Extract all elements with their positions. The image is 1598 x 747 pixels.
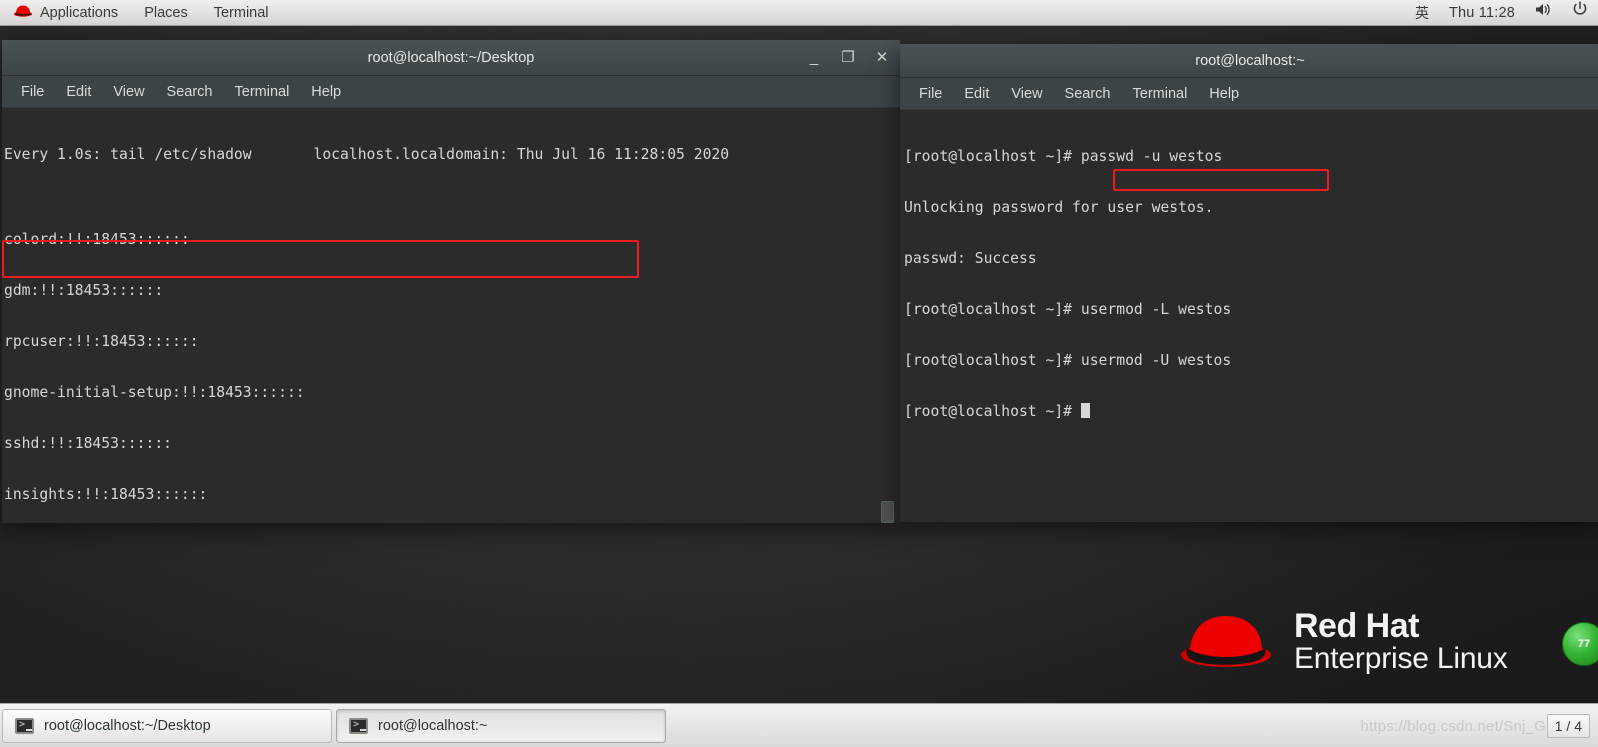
brand-line-2: Enterprise Linux — [1294, 641, 1508, 675]
titlebar-right[interactable]: root@localhost:~ — [900, 44, 1598, 78]
terminal-line: colord:!!:18453:::::: — [4, 231, 190, 248]
redhat-hat-icon — [13, 0, 33, 26]
terminal-line: gdm:!!:18453:::::: — [4, 282, 164, 299]
menu-applications[interactable]: Applications — [0, 0, 131, 26]
prompt-text: [root@localhost ~]# — [904, 403, 1081, 420]
menu-applications-label: Applications — [40, 4, 119, 21]
menubar-right: File Edit View Search Terminal Help — [900, 78, 1598, 110]
close-icon[interactable]: ✕ — [874, 50, 890, 66]
terminal-prompt-line: [root@localhost ~]# — [904, 403, 1598, 420]
titlebar-left[interactable]: root@localhost:~/Desktop _ ❐ ✕ — [2, 40, 900, 76]
text-cursor — [1080, 403, 1090, 418]
window-buttons-left: _ ❐ ✕ — [806, 40, 890, 76]
terminal-line: Every 1.0s: tail /etc/shadow localhost.l… — [4, 146, 730, 163]
menu-places[interactable]: Places — [131, 0, 201, 26]
scrollbar-thumb[interactable] — [881, 501, 894, 523]
menu-item-search[interactable]: Search — [156, 82, 224, 102]
menu-item-help[interactable]: Help — [1198, 84, 1250, 104]
window-title-right: root@localhost:~ — [1195, 52, 1305, 69]
menu-places-label: Places — [144, 4, 188, 21]
terminal-line: gnome-initial-setup:!!:18453:::::: — [4, 384, 305, 401]
menu-item-terminal[interactable]: Terminal — [224, 82, 301, 102]
task-button-label: root@localhost:~ — [378, 717, 488, 734]
power-menu[interactable] — [1562, 0, 1598, 26]
rhel-branding-text: Red Hat Enterprise Linux — [1294, 609, 1508, 674]
terminal-line: Unlocking password for user westos. — [904, 199, 1214, 216]
terminal-output-left[interactable]: Every 1.0s: tail /etc/shadow localhost.l… — [2, 108, 900, 523]
status-badge-label: 77 — [1577, 638, 1591, 650]
top-panel: Applications Places Terminal 英 Thu 11:28 — [0, 0, 1598, 26]
redhat-hat-icon — [1176, 608, 1276, 675]
terminal-line: [root@localhost ~]# passwd -u westos — [904, 148, 1223, 165]
terminal-output-right[interactable]: [root@localhost ~]# passwd -u westos Unl… — [900, 110, 1598, 522]
speaker-icon — [1535, 0, 1552, 26]
terminal-line: passwd: Success — [904, 250, 1037, 267]
menu-item-edit[interactable]: Edit — [55, 82, 102, 102]
menu-terminal[interactable]: Terminal — [201, 0, 282, 26]
maximize-icon[interactable]: ❐ — [840, 50, 856, 66]
terminal-line: rpcuser:!!:18453:::::: — [4, 333, 199, 350]
terminal-line: sshd:!!:18453:::::: — [4, 435, 173, 452]
power-icon — [1572, 0, 1588, 26]
terminal-line: [root@localhost ~]# usermod -L westos — [904, 301, 1232, 318]
terminal-line: insights:!!:18453:::::: — [4, 486, 208, 503]
window-terminal-home[interactable]: root@localhost:~ File Edit View Search T… — [900, 44, 1598, 522]
panel-status-area: 英 Thu 11:28 — [1405, 0, 1598, 26]
brand-line-1: Red Hat — [1294, 606, 1419, 645]
task-button-home-terminal[interactable]: root@localhost:~ — [336, 708, 666, 743]
clock[interactable]: Thu 11:28 — [1439, 0, 1525, 26]
terminal-line-usermod-unlock: [root@localhost ~]# usermod -U westos — [904, 352, 1232, 369]
clock-label: Thu 11:28 — [1448, 4, 1515, 21]
input-method-indicator[interactable]: 英 — [1405, 0, 1439, 26]
terminal-icon — [15, 717, 34, 734]
menu-item-file[interactable]: File — [10, 82, 55, 102]
volume-indicator[interactable] — [1525, 0, 1562, 26]
workspace-indicator[interactable]: 1 / 4 — [1546, 713, 1590, 738]
window-terminal-desktop[interactable]: root@localhost:~/Desktop _ ❐ ✕ File Edit… — [2, 40, 900, 523]
status-badge[interactable]: 77 — [1562, 622, 1598, 666]
menu-item-search[interactable]: Search — [1054, 84, 1122, 104]
menu-item-view[interactable]: View — [102, 82, 155, 102]
bottom-taskbar: root@localhost:~/Desktop root@localhost:… — [0, 703, 1598, 747]
desktop-screen: Applications Places Terminal 英 Thu 11:28 — [0, 0, 1598, 747]
window-title-left: root@localhost:~/Desktop — [367, 49, 535, 66]
rhel-branding: Red Hat Enterprise Linux — [1176, 608, 1508, 675]
menu-item-help[interactable]: Help — [300, 82, 352, 102]
task-button-desktop-terminal[interactable]: root@localhost:~/Desktop — [2, 708, 332, 743]
input-method-label: 英 — [1414, 4, 1429, 21]
menu-item-edit[interactable]: Edit — [953, 84, 1000, 104]
task-button-label: root@localhost:~/Desktop — [44, 717, 211, 734]
menu-item-terminal[interactable]: Terminal — [1122, 84, 1199, 104]
minimize-icon[interactable]: _ — [806, 50, 822, 66]
watermark: https://blog.csdn.net/Snj_G — [1360, 718, 1546, 735]
terminal-icon — [349, 717, 368, 734]
menu-item-view[interactable]: View — [1000, 84, 1053, 104]
menu-terminal-label: Terminal — [213, 4, 269, 21]
menu-item-file[interactable]: File — [908, 84, 953, 104]
menubar-left: File Edit View Search Terminal Help — [2, 76, 900, 108]
